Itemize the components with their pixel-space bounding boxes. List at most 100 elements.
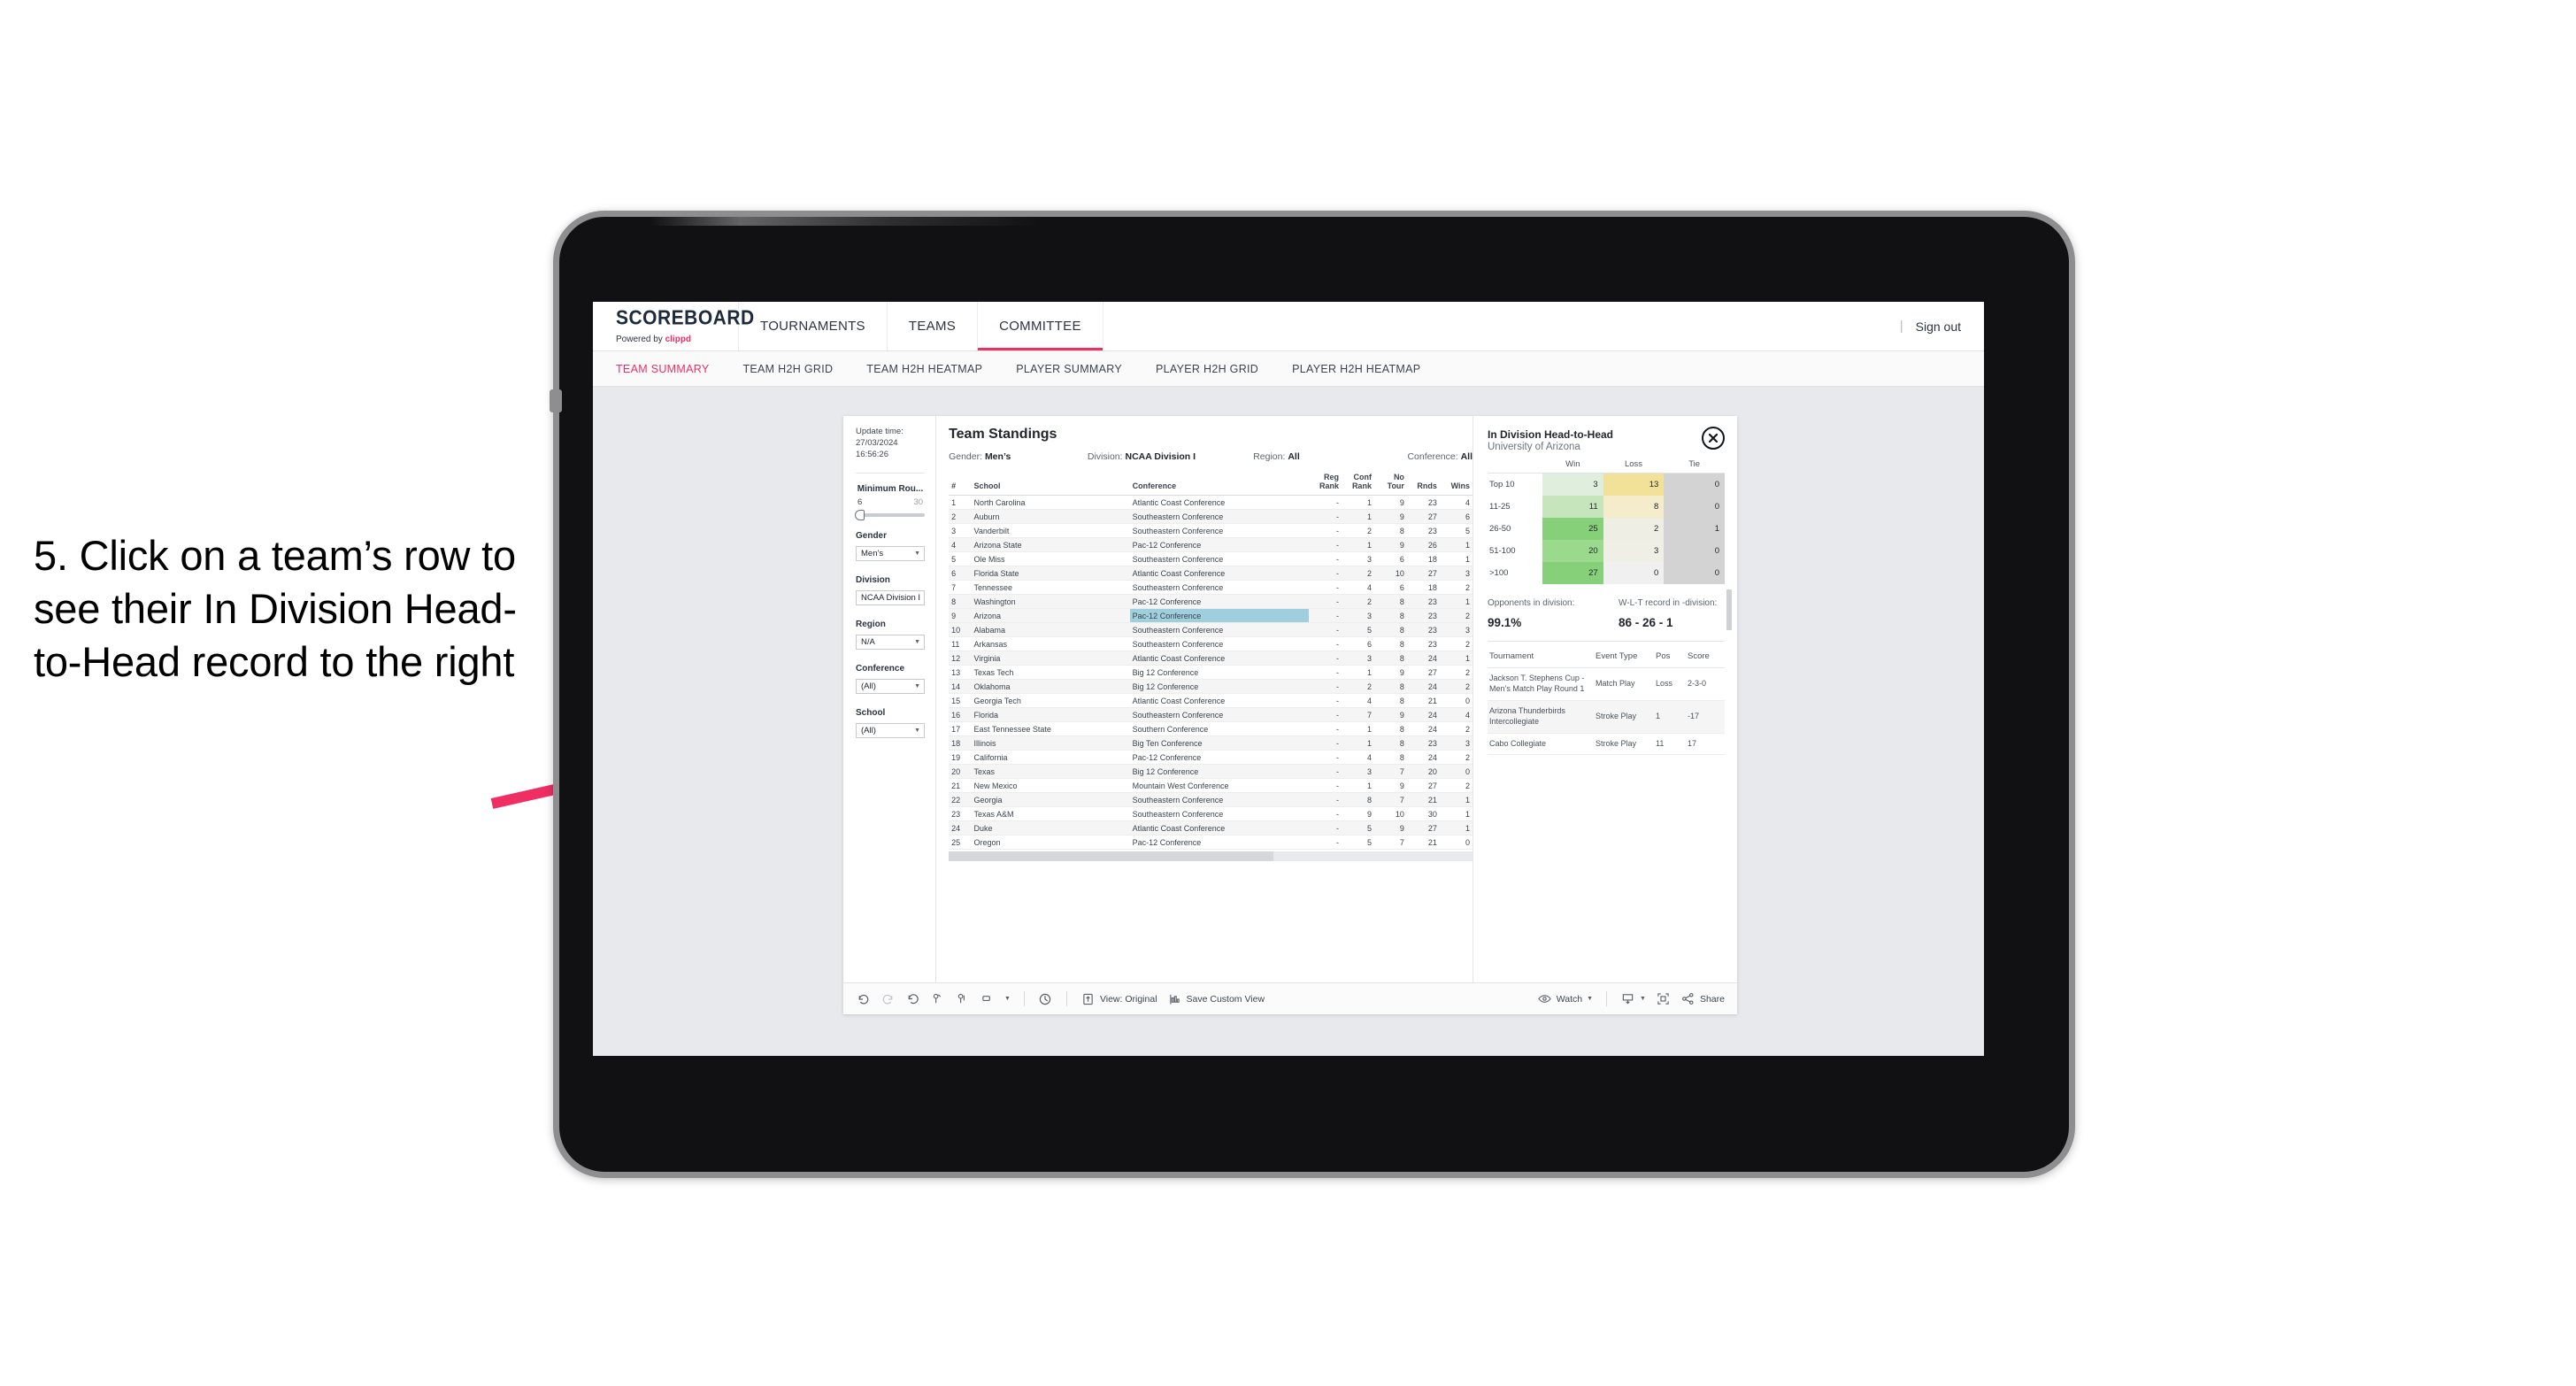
save-custom-view-label: Save Custom View (1186, 993, 1265, 1005)
school-cell: Texas Tech (971, 665, 1130, 681)
horizontal-scrollbar[interactable] (949, 851, 1473, 862)
gender-select[interactable]: Men’s ▼ (856, 546, 926, 562)
watch-button[interactable]: Watch ▼ (1537, 991, 1593, 1006)
h2h-thead: Win Loss Tie (1488, 459, 1725, 474)
tournament-table: Tournament Event Type Pos Score Jackson … (1488, 649, 1725, 756)
tournament-vertical-scrollbar[interactable] (1726, 589, 1732, 630)
h2h-row: 26-50 25 2 1 (1488, 518, 1725, 540)
tournament-row[interactable]: Cabo Collegiate Stroke Play 11 17 (1488, 733, 1725, 756)
table-row[interactable]: 23 Texas A&M Southeastern Conference -9 10 30… (949, 806, 1473, 822)
pause-updates-icon[interactable] (955, 991, 970, 1006)
save-custom-view-button[interactable]: Save Custom View (1167, 991, 1265, 1006)
table-row[interactable]: 6 Florida State Atlantic Coast Conference -… (949, 566, 1473, 581)
school-cell: Alabama (971, 622, 1130, 638)
slider-handle[interactable] (855, 510, 865, 521)
sheet-toolbar: ▼ View: Original Save Custom View Watch … (843, 982, 1737, 1014)
tab-player-summary[interactable]: PLAYER SUMMARY (1016, 363, 1142, 375)
view-original-button[interactable]: View: Original (1080, 991, 1157, 1006)
school-cell: Georgia Tech (971, 693, 1130, 709)
revert-icon[interactable] (905, 991, 920, 1006)
table-row[interactable]: 14 Oklahoma Big 12 Conference -2 8 24 2 (949, 679, 1473, 695)
highlight-icon[interactable] (980, 991, 995, 1006)
scrollbar-thumb[interactable] (949, 851, 1274, 862)
nav-tab-teams[interactable]: TEAMS (888, 302, 979, 350)
table-row[interactable]: 17 East Tennessee State Southern Conferenc… (949, 721, 1473, 737)
table-row[interactable]: 4 Arizona State Pac-12 Conference -1 9 26 1 (949, 537, 1473, 553)
tournament-row[interactable]: Arizona Thunderbirds Intercollegiate Stro… (1488, 700, 1725, 734)
table-row[interactable]: 16 Florida Southeastern Conference -7 9 24 4 (949, 707, 1473, 723)
rank-cell: 9 (949, 608, 972, 624)
meta-region: Region: All (1253, 451, 1407, 462)
table-row[interactable]: 11 Arkansas Southeastern Conference -6 8 23 2 (949, 636, 1473, 652)
table-row[interactable]: 5 Ole Miss Southeastern Conference -3 6 18 1 (949, 551, 1473, 567)
table-row[interactable]: 15 Georgia Tech Atlantic Coast Conference -… (949, 693, 1473, 709)
table-row[interactable]: 12 Virginia Atlantic Coast Conference -3 8 24… (949, 651, 1473, 666)
refresh-data-icon[interactable] (930, 991, 945, 1006)
minimum-rounds-slider[interactable] (855, 510, 926, 521)
undo-icon[interactable] (856, 991, 871, 1006)
reg-rank-cell: - (1308, 495, 1342, 511)
meta-division: Division: NCAA Division I (1088, 451, 1253, 462)
minimum-rounds-label: Minimum Rou... (857, 484, 924, 495)
chevron-down-icon[interactable]: ▼ (1004, 996, 1011, 1002)
download-button[interactable]: ▼ (1620, 991, 1646, 1006)
school-cell: Tennessee (971, 580, 1130, 596)
col-rank: # (949, 470, 972, 497)
rank-cell: 12 (949, 651, 972, 666)
school-select[interactable]: (All) ▼ (856, 723, 926, 739)
clock-icon[interactable] (1038, 991, 1053, 1006)
table-row[interactable]: 10 Alabama Southeastern Conference -5 8 23 3 (949, 622, 1473, 638)
rnds-cell: 23 (1406, 636, 1440, 652)
table-row[interactable]: 7 Tennessee Southeastern Conference -4 6 18 2 (949, 580, 1473, 596)
tab-team-h2h-grid[interactable]: TEAM H2H GRID (742, 363, 852, 375)
table-row[interactable]: 21 New Mexico Mountain West Conference -1 9 2… (949, 778, 1473, 794)
power-button[interactable] (550, 389, 562, 412)
meta-gender: Gender: Men’s (949, 451, 1088, 462)
fullscreen-icon[interactable] (1656, 991, 1671, 1006)
table-row[interactable]: 13 Texas Tech Big 12 Conference -1 9 27 2 (949, 665, 1473, 681)
table-row[interactable]: 8 Washington Pac-12 Conference -2 8 23 1 (949, 594, 1473, 610)
rnds-cell: 21 (1406, 792, 1440, 808)
brand-logo[interactable]: SCOREBOARD Powered by clippd (593, 302, 754, 350)
table-row[interactable]: 20 Texas Big 12 Conference -3 7 20 0 (949, 764, 1473, 780)
no-tour-cell: 8 (1373, 679, 1407, 695)
table-row[interactable]: 2 Auburn Southeastern Conference -1 9 27 6 (949, 509, 1473, 525)
tournament-row[interactable]: Jackson T. Stephens Cup - Men’s Match Pl… (1488, 667, 1725, 701)
sign-out-link[interactable]: Sign out (1916, 320, 1961, 334)
table-row[interactable]: 22 Georgia Southeastern Conference -8 7 21 1 (949, 792, 1473, 808)
tablet-screen: SCOREBOARD Powered by clippd TOURNAMENTS… (593, 302, 1984, 1056)
table-row[interactable]: 1 North Carolina Atlantic Coast Conference… (949, 495, 1473, 511)
tournament-tbody: Jackson T. Stephens Cup - Men’s Match Pl… (1488, 667, 1725, 756)
tab-team-h2h-heatmap[interactable]: TEAM H2H HEATMAP (866, 363, 1002, 375)
chevron-down-icon: ▼ (1640, 996, 1646, 1002)
table-row[interactable]: 24 Duke Atlantic Coast Conference -5 9 27 1 (949, 820, 1473, 836)
nav-tab-committee[interactable]: COMMITTEE (978, 302, 1103, 350)
h2h-tie-cell: 1 (1664, 518, 1725, 540)
table-row[interactable]: 9 Arizona Pac-12 Conference -3 8 23 2 (949, 608, 1473, 624)
table-row[interactable]: 25 Oregon Pac-12 Conference -5 7 21 0 (949, 835, 1473, 851)
close-icon[interactable] (1702, 427, 1725, 450)
h2h-bucket-label: 51-100 (1488, 540, 1542, 562)
h2h-heatmap-table: Win Loss Tie Top 10 3 13 0 11-25 11 8 0 26-50 25 2… (1488, 459, 1725, 584)
conf-rank-cell: 1 (1341, 509, 1374, 525)
table-row[interactable]: 3 Vanderbilt Southeastern Conference -2 8 23 5 (949, 523, 1473, 539)
share-button[interactable]: Share (1680, 991, 1725, 1006)
tournament-header-row: Tournament Event Type Pos Score (1488, 649, 1725, 668)
conf-rank-cell: 7 (1341, 707, 1374, 723)
tab-player-h2h-grid[interactable]: PLAYER H2H GRID (1156, 363, 1278, 375)
redo-icon[interactable] (880, 991, 896, 1006)
col-no-tour: No Tour (1373, 470, 1407, 497)
school-cell: New Mexico (971, 778, 1130, 794)
table-row[interactable]: 19 California Pac-12 Conference -4 8 24 2 (949, 750, 1473, 766)
school-cell: Florida (971, 707, 1130, 723)
conference-select[interactable]: (All) ▼ (856, 679, 926, 695)
table-row[interactable]: 18 Illinois Big Ten Conference -1 8 23 3 (949, 735, 1473, 751)
nav-tab-tournaments[interactable]: TOURNAMENTS (739, 302, 888, 350)
no-tour-cell: 9 (1373, 707, 1407, 723)
tournament-name-cell: Cabo Collegiate (1488, 733, 1594, 756)
tab-player-h2h-heatmap[interactable]: PLAYER H2H HEATMAP (1292, 363, 1440, 375)
h2h-win-cell: 3 (1542, 473, 1603, 496)
region-select[interactable]: N/A ▼ (856, 635, 926, 651)
tab-team-summary[interactable]: TEAM SUMMARY (616, 363, 728, 375)
division-select[interactable]: NCAA Division I (856, 590, 926, 606)
